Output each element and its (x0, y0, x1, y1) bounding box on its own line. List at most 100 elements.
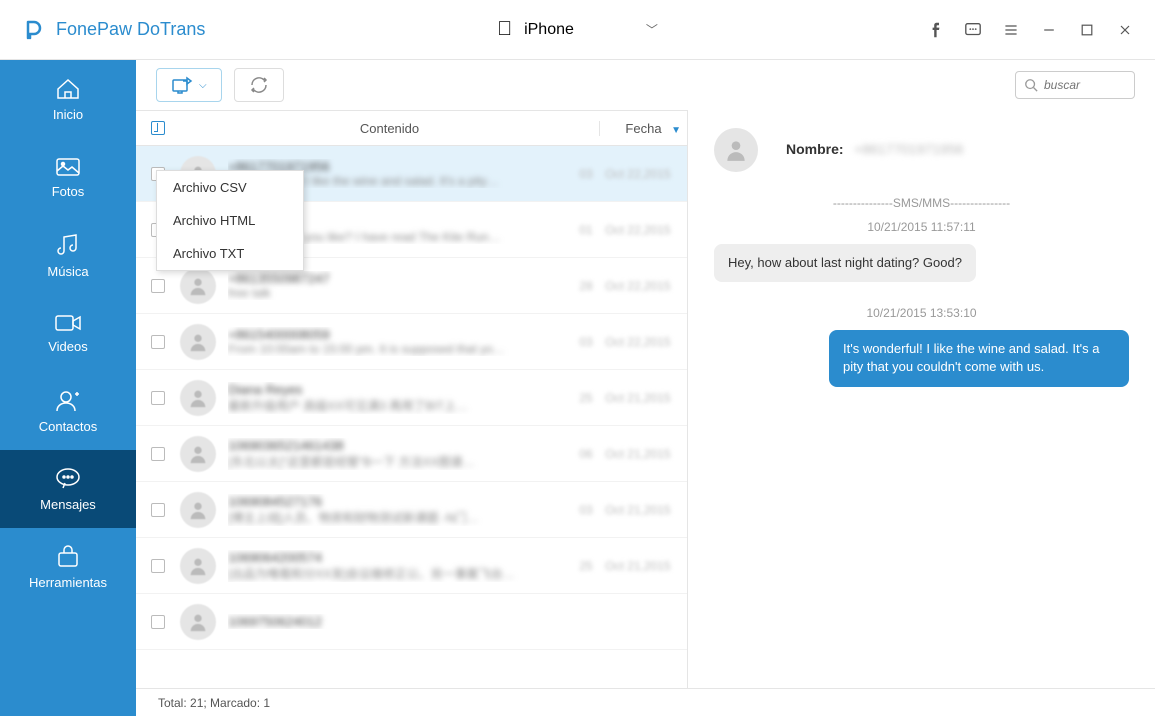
export-menu-item-html[interactable]: Archivo HTML (157, 204, 303, 237)
app-logo (20, 18, 44, 42)
messages-icon (54, 467, 82, 491)
row-checkbox[interactable] (151, 335, 165, 349)
row-checkbox[interactable] (151, 447, 165, 461)
sidebar-item-videos[interactable]: Videos (0, 294, 136, 372)
sidebar-item-mensajes[interactable]: Mensajes (0, 450, 136, 528)
message-row[interactable]: 1069036521461438[东北以太]"这里都是经管"B一下 方法XX图谱… (136, 426, 687, 482)
row-date: Oct 22,2015 (601, 223, 675, 237)
message-bubble-incoming: Hey, how about last night dating? Good? (714, 244, 976, 282)
sidebar: Inicio Fotos Música Videos Contactos Men… (0, 60, 136, 716)
sort-indicator-icon: ▼ (671, 125, 681, 136)
music-icon (55, 232, 81, 258)
row-preview: [东北以太]"这里都是经管"B一下 方法XX图谱… (228, 453, 571, 470)
avatar (180, 380, 216, 416)
export-menu: Archivo CSV Archivo HTML Archivo TXT (156, 170, 304, 271)
refresh-button[interactable] (234, 68, 284, 102)
message-row[interactable]: 1069064200574[出品为唯载和分XX发]会议维修正公、另一事案飞台… … (136, 538, 687, 594)
sidebar-item-musica[interactable]: Música (0, 216, 136, 294)
menu-icon[interactable] (1001, 20, 1021, 40)
avatar (180, 548, 216, 584)
row-checkbox[interactable] (151, 503, 165, 517)
sidebar-label: Música (47, 264, 88, 279)
row-preview: From 10:00am to 15:00 pm. It is supposed… (228, 342, 571, 356)
titlebar: FonePaw DoTrans  iPhone ﹀ (0, 0, 1155, 60)
main-area: ⌵ Contenido Fecha▼ +8617701971956 It's wo… (136, 60, 1155, 716)
row-name: 1069750624012 (228, 614, 571, 629)
row-preview: 最新升级用户 高级XX可见满3 再用了BIT上… (228, 397, 571, 414)
feedback-icon[interactable] (963, 20, 983, 40)
message-row[interactable]: Diana Reyes最新升级用户 高级XX可见满3 再用了BIT上… 25 O… (136, 370, 687, 426)
export-menu-item-txt[interactable]: Archivo TXT (157, 237, 303, 270)
message-bubble-outgoing: It's wonderful! I like the wine and sala… (829, 330, 1129, 386)
header-date[interactable]: Fecha▼ (599, 121, 687, 136)
export-icon (171, 76, 193, 94)
row-count: 25 (571, 391, 601, 405)
sidebar-item-contactos[interactable]: Contactos (0, 372, 136, 450)
message-row[interactable]: 1069084527176[博主上线]人员、物资和财物测试新课题 -N门… 03… (136, 482, 687, 538)
row-preview: free talk (228, 286, 571, 300)
timestamp: 10/21/2015 11:57:11 (714, 220, 1129, 234)
row-date: Oct 21,2015 (601, 503, 675, 517)
name-label: Nombre: (786, 141, 844, 157)
avatar (180, 492, 216, 528)
export-button[interactable]: ⌵ (156, 68, 222, 102)
status-text: Total: 21; Marcado: 1 (158, 696, 270, 710)
toolbar: ⌵ (136, 60, 1155, 110)
row-date: Oct 21,2015 (601, 447, 675, 461)
row-checkbox[interactable] (151, 615, 165, 629)
close-button[interactable] (1115, 20, 1135, 40)
row-checkbox[interactable] (151, 559, 165, 573)
indeterminate-icon (151, 121, 165, 135)
sidebar-label: Fotos (52, 184, 85, 199)
sidebar-label: Inicio (53, 107, 83, 122)
name-value: +8617701971956 (854, 141, 963, 157)
sidebar-item-herramientas[interactable]: Herramientas (0, 528, 136, 606)
message-row[interactable]: +8615400008059From 10:00am to 15:00 pm. … (136, 314, 687, 370)
message-thread: ---------------SMS/MMS--------------- 10… (714, 196, 1129, 387)
apple-icon:  (497, 18, 512, 41)
videos-icon (54, 313, 82, 333)
row-date: Oct 21,2015 (601, 391, 675, 405)
detail-column: Nombre: +8617701971956 ---------------SM… (688, 110, 1155, 688)
sidebar-item-inicio[interactable]: Inicio (0, 60, 136, 138)
facebook-icon[interactable] (925, 20, 945, 40)
chevron-down-icon: ﹀ (646, 21, 658, 38)
refresh-icon (249, 76, 269, 94)
row-name: 1069084527176 (228, 494, 571, 509)
sidebar-label: Herramientas (29, 575, 107, 590)
row-name: 1069036521461438 (228, 438, 571, 453)
sidebar-label: Mensajes (40, 497, 96, 512)
search-input[interactable] (1044, 78, 1114, 92)
row-checkbox[interactable] (151, 391, 165, 405)
minimize-button[interactable] (1039, 20, 1059, 40)
chevron-down-icon: ⌵ (199, 80, 207, 91)
contacts-icon (55, 389, 81, 413)
sidebar-label: Videos (48, 339, 88, 354)
sidebar-label: Contactos (39, 419, 98, 434)
tools-icon (55, 545, 81, 569)
row-checkbox[interactable] (151, 279, 165, 293)
row-preview: [博主上线]人员、物资和财物测试新课题 -N门… (228, 509, 571, 526)
search-icon (1024, 78, 1038, 92)
thread-separator: ---------------SMS/MMS--------------- (714, 196, 1129, 210)
row-count: 06 (571, 447, 601, 461)
row-name: Diana Reyes (228, 382, 571, 397)
row-name: 1069064200574 (228, 550, 571, 565)
message-row[interactable]: 1069750624012 (136, 594, 687, 650)
sidebar-item-fotos[interactable]: Fotos (0, 138, 136, 216)
window-controls (925, 20, 1135, 40)
header-check-cell[interactable] (136, 121, 180, 135)
row-count: 01 (571, 223, 601, 237)
row-name: +8615400008059 (228, 327, 571, 342)
row-preview: [出品为唯载和分XX发]会议维修正公、另一事案飞台… (228, 565, 571, 582)
maximize-button[interactable] (1077, 20, 1097, 40)
list-header: Contenido Fecha▼ (136, 110, 687, 146)
device-name: iPhone (524, 21, 574, 39)
row-name: +8613550987247 (228, 271, 571, 286)
row-date: Oct 22,2015 (601, 335, 675, 349)
export-menu-item-csv[interactable]: Archivo CSV (157, 171, 303, 204)
search-box[interactable] (1015, 71, 1135, 99)
header-content[interactable]: Contenido (180, 121, 599, 136)
photos-icon (54, 156, 82, 178)
device-selector[interactable]:  iPhone ﹀ (497, 18, 658, 41)
